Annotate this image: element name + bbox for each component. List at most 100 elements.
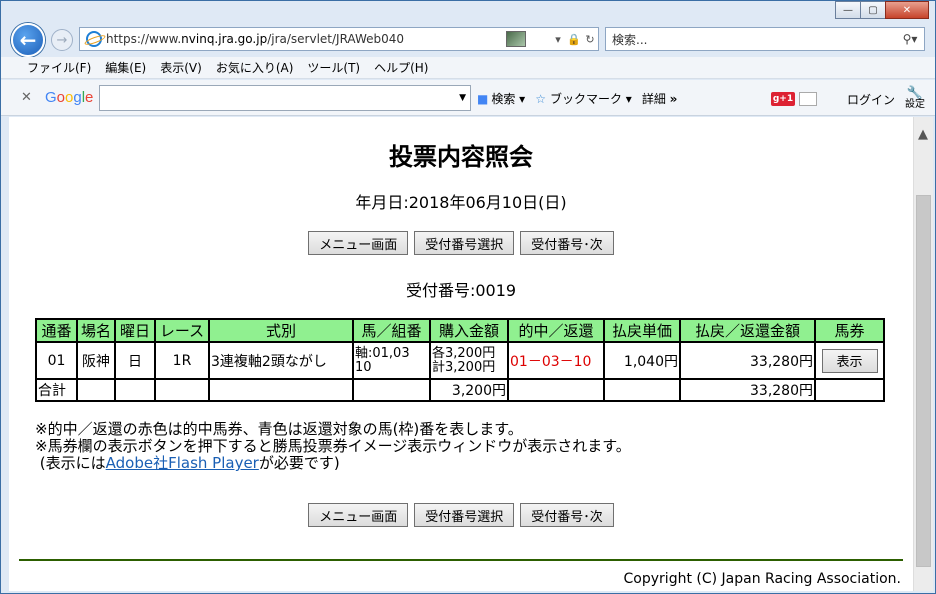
receipt-next-button[interactable]: 受付番号･次 <box>520 503 614 527</box>
receipt-next-button[interactable]: 受付番号･次 <box>520 231 614 255</box>
bet-result-table: 通番 場名 曜日 レース 式別 馬／組番 購入金額 的中／返還 払戻単価 払戻／… <box>35 318 885 402</box>
google-toolbar: ✕ Google ▼ ■ 検索 ▾ ☆ ブックマーク ▾ 詳細 » g+1 ログイン… <box>1 80 935 116</box>
footer-divider <box>19 559 903 561</box>
details-label: 詳細 <box>641 92 666 106</box>
forward-button[interactable]: → <box>51 29 73 51</box>
menu-file[interactable]: ファイル(F) <box>27 59 91 76</box>
minimize-button[interactable]: — <box>835 1 861 19</box>
google-search-label: 検索 <box>491 92 516 106</box>
page-title: 投票内容照会 <box>389 143 533 171</box>
back-arrow-icon: ← <box>19 28 37 52</box>
address-url[interactable]: https://www.nvinq.jra.go.jp/jra/servlet/… <box>106 32 506 46</box>
page-content: 投票内容照会 年月日:2018年06月10日(日) メニュー画面 受付番号選択 … <box>9 117 913 591</box>
scroll-up-icon[interactable]: ▲ <box>918 127 928 142</box>
menu-edit[interactable]: 編集(E) <box>105 59 146 76</box>
cell-combo: 軸:01,03 10 <box>352 341 431 380</box>
browser-search-box[interactable]: 検索... ⚲▾ <box>605 27 925 51</box>
settings-label: 設定 <box>905 99 925 110</box>
menu-screen-button[interactable]: メニュー画面 <box>308 231 409 255</box>
window-controls: — ▢ ✕ <box>835 1 929 19</box>
search-placeholder: 検索... <box>612 32 648 47</box>
total-empty <box>814 378 885 402</box>
lock-icon[interactable]: 🔒 <box>566 33 582 46</box>
google-search-button[interactable]: ■ 検索 ▾ <box>477 90 525 107</box>
more-chevron: » <box>669 91 678 106</box>
scroll-thumb[interactable] <box>916 195 931 567</box>
cell-hit: 01－03－10 <box>507 341 605 380</box>
col-type: 式別 <box>208 318 354 343</box>
col-hit: 的中／返還 <box>507 318 605 343</box>
table-total-row: 合計 3,200円 33,280円 <box>35 378 885 402</box>
gplus-toggle[interactable] <box>798 92 817 106</box>
flash-player-link[interactable]: Adobe社Flash Player <box>106 454 259 472</box>
menu-help[interactable]: ヘルプ(H) <box>374 59 428 76</box>
menu-tools[interactable]: ツール(T) <box>307 59 360 76</box>
ie-logo-icon <box>86 31 102 47</box>
address-bar[interactable]: https://www.nvinq.jra.go.jp/jra/servlet/… <box>79 27 599 51</box>
cell-ticket: 表示 <box>814 341 885 380</box>
menu-favorites[interactable]: お気に入り(A) <box>216 59 294 76</box>
note-line-1: ※的中／返還の赤色は的中馬券、青色は返還対象の馬(枠)番を表します。 <box>35 420 523 438</box>
google-toolbar-tools: ■ 検索 ▾ ☆ ブックマーク ▾ 詳細 » <box>477 90 687 107</box>
col-amount: 購入金額 <box>429 318 509 343</box>
back-button[interactable]: ← <box>11 23 45 57</box>
total-empty <box>603 378 681 402</box>
col-venue: 場名 <box>76 318 116 343</box>
cell-payout: 33,280円 <box>679 341 816 380</box>
total-empty <box>76 378 116 402</box>
close-button[interactable]: ✕ <box>885 1 929 19</box>
cell-day: 日 <box>114 341 156 380</box>
forward-arrow-icon: → <box>56 32 68 48</box>
total-payout: 33,280円 <box>679 378 816 402</box>
receipt-select-button[interactable]: 受付番号選択 <box>414 231 515 255</box>
cell-race: 1R <box>154 341 210 380</box>
close-toolbar-icon[interactable]: ✕ <box>21 90 32 105</box>
browser-window: — ▢ ✕ ← → https://www.nvinq.jra.go.jp/jr… <box>0 0 936 594</box>
note-line-3-pre: (表示には <box>39 454 106 472</box>
copyright: Copyright (C) Japan Racing Association. <box>623 571 901 587</box>
star-icon: ☆ <box>535 91 546 106</box>
receipt-select-button[interactable]: 受付番号選択 <box>414 503 515 527</box>
total-empty <box>154 378 210 402</box>
dropdown-arrow-icon[interactable]: ▾ <box>550 33 566 46</box>
menu-screen-button[interactable]: メニュー画面 <box>308 503 409 527</box>
google-toolbar-right: g+1 ログイン 🔧 設定 <box>770 87 925 110</box>
note-line-2: ※馬券欄の表示ボタンを押下すると勝馬投票券イメージ表示ウィンドウが表示されます。 <box>35 437 631 455</box>
col-day: 曜日 <box>114 318 156 343</box>
google-search-input[interactable]: ▼ <box>99 85 471 111</box>
menu-view[interactable]: 表示(V) <box>160 59 202 76</box>
google-color-icon: ■ <box>477 91 489 106</box>
table-header-row: 通番 場名 曜日 レース 式別 馬／組番 購入金額 的中／返還 払戻単価 払戻／… <box>35 318 885 343</box>
google-logo: Google <box>45 89 94 106</box>
col-race: レース <box>154 318 210 343</box>
col-unit-price: 払戻単価 <box>603 318 681 343</box>
dropdown-arrow-icon[interactable]: ▼ <box>459 93 466 103</box>
refresh-icon[interactable]: ↻ <box>582 33 598 46</box>
cell-venue: 阪神 <box>76 341 116 380</box>
gplus-button[interactable]: g+1 <box>770 92 795 106</box>
url-prefix: https://www. <box>106 32 182 46</box>
col-payout: 払戻／返還金額 <box>679 318 816 343</box>
url-path: /jra/servlet/JRAWeb040 <box>267 32 405 46</box>
bookmark-label: ブックマーク <box>549 92 622 106</box>
vertical-scrollbar[interactable]: ▲ <box>913 117 933 591</box>
notes: ※的中／返還の赤色は的中馬券、青色は返還対象の馬(枠)番を表します。 ※馬券欄の… <box>35 421 631 472</box>
maximize-button[interactable]: ▢ <box>860 1 886 19</box>
total-empty <box>507 378 605 402</box>
page-thumbnail-icon[interactable] <box>506 31 526 47</box>
bookmark-button[interactable]: ☆ ブックマーク ▾ <box>535 90 632 107</box>
amount-line-2: 計3,200円 <box>432 359 496 375</box>
col-ticket: 馬券 <box>814 318 885 343</box>
note-line-3: (表示にはAdobe社Flash Playerが必要です) <box>35 455 631 472</box>
search-icon[interactable]: ⚲▾ <box>896 32 924 46</box>
combo-line-1: 軸:01,03 <box>355 345 410 361</box>
details-button[interactable]: 詳細 » <box>642 90 678 107</box>
show-ticket-button[interactable]: 表示 <box>821 348 878 373</box>
total-label: 合計 <box>35 378 78 402</box>
total-empty <box>352 378 431 402</box>
settings-button[interactable]: 🔧 設定 <box>905 87 925 110</box>
cell-amount: 各3,200円 計3,200円 <box>429 341 509 380</box>
table-row: 01 阪神 日 1R 3連複軸2頭ながし 軸:01,03 10 各3,200円 計3… <box>35 341 885 380</box>
login-link[interactable]: ログイン <box>847 91 895 108</box>
top-button-row: メニュー画面 受付番号選択 受付番号･次 <box>9 231 913 255</box>
